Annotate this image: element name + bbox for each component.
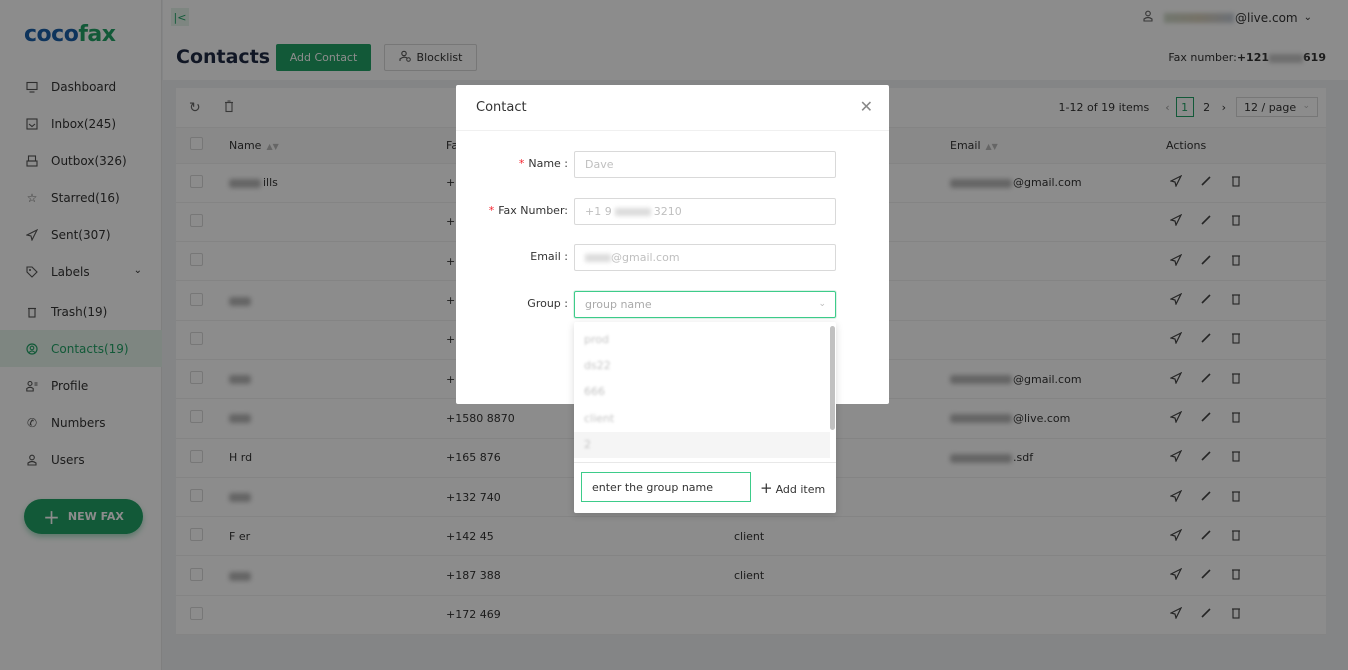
- email-label: Email :: [530, 250, 568, 263]
- close-icon[interactable]: ✕: [860, 97, 873, 116]
- group-select[interactable]: group name ⌄: [574, 291, 836, 318]
- group-option[interactable]: prod: [574, 326, 830, 352]
- name-input[interactable]: Dave: [574, 151, 836, 178]
- name-row: * Name : Dave: [456, 151, 889, 178]
- group-options: prod ds22 666 client 2: [574, 326, 830, 458]
- group-option[interactable]: client: [574, 405, 830, 431]
- new-group-input[interactable]: enter the group name: [581, 472, 751, 502]
- fax-row: * Fax Number: +1 9 3210: [456, 198, 889, 225]
- group-option[interactable]: 666: [574, 379, 830, 405]
- group-label: Group :: [527, 297, 568, 310]
- group-dropdown: prod ds22 666 client 2 enter the group name …: [574, 322, 836, 513]
- fax-input[interactable]: +1 9 3210: [574, 198, 836, 225]
- email-row: Email : @gmail.com: [456, 244, 889, 271]
- plus-icon: +: [760, 479, 773, 497]
- modal-header: Contact ✕: [456, 85, 889, 131]
- dropdown-scrollbar[interactable]: [830, 326, 835, 430]
- email-input[interactable]: @gmail.com: [574, 244, 836, 271]
- divider: [574, 462, 836, 463]
- name-label: * Name :: [518, 157, 568, 170]
- group-row: Group : group name ⌄: [456, 291, 889, 318]
- add-item-button[interactable]: + Add item: [760, 479, 825, 497]
- chevron-down-icon: ⌄: [818, 299, 826, 309]
- modal-title: Contact: [476, 100, 527, 115]
- group-option[interactable]: ds22: [574, 352, 830, 378]
- fax-label: * Fax Number:: [488, 204, 568, 217]
- group-option[interactable]: 2: [574, 431, 830, 458]
